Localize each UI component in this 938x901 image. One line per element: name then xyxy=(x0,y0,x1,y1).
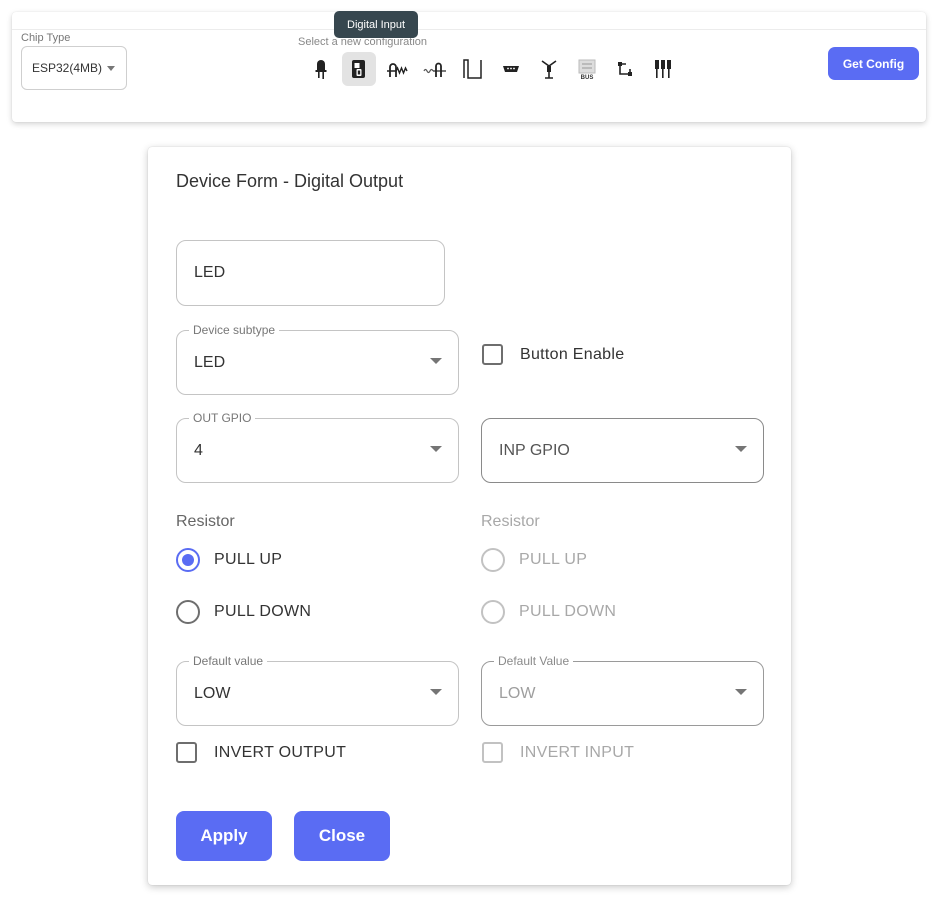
button-enable-label: Button Enable xyxy=(520,345,625,363)
config-button-pulse[interactable] xyxy=(456,52,490,86)
dialog-title: Device Form - Digital Output xyxy=(176,171,404,191)
config-button-resistor[interactable] xyxy=(380,52,414,86)
input-pull-down-radio[interactable]: PULL DOWN xyxy=(481,600,616,624)
input-default-value-label: Default Value xyxy=(494,654,574,668)
inp-gpio-select[interactable]: INP GPIO xyxy=(481,418,764,483)
input-pull-up-label: PULL UP xyxy=(519,551,588,568)
close-button[interactable]: Close xyxy=(294,811,390,861)
input-default-value-value: LOW xyxy=(499,684,536,702)
chip-type-label: Chip Type xyxy=(21,32,71,44)
config-button-pins[interactable] xyxy=(646,52,680,86)
input-pull-up-radio[interactable]: PULL UP xyxy=(481,548,587,572)
toolbar-divider xyxy=(12,29,926,30)
invert-output-label: INVERT OUTPUT xyxy=(214,743,347,761)
chevron-down-icon xyxy=(107,66,115,71)
square-wave-icon xyxy=(463,59,482,79)
config-button-digital-input[interactable] xyxy=(342,52,376,86)
chip-type-value: ESP32(4MB) xyxy=(32,61,103,75)
out-gpio-label: OUT GPIO xyxy=(189,411,256,425)
out-gpio-value: 4 xyxy=(194,441,203,459)
led-icon xyxy=(315,60,327,79)
digital-input-icon xyxy=(352,60,365,78)
config-button-bus[interactable]: BUS xyxy=(570,52,604,86)
input-default-value-select[interactable]: Default Value LOW xyxy=(481,654,764,726)
pins-icon xyxy=(655,60,671,78)
out-gpio-select[interactable]: OUT GPIO 4 xyxy=(176,411,459,483)
chevron-down-icon xyxy=(735,689,747,695)
input-resistor-label: Resistor xyxy=(481,513,540,530)
output-resistor-label: Resistor xyxy=(176,513,235,530)
inp-gpio-placeholder: INP GPIO xyxy=(499,441,570,459)
device-form-dialog: Device Form - Digital Output LED Device … xyxy=(148,147,791,885)
chevron-down-icon xyxy=(430,358,442,364)
device-subtype-value: LED xyxy=(194,353,226,371)
default-value-value: LOW xyxy=(194,684,231,702)
default-value-label: Default value xyxy=(189,654,268,668)
output-pull-up-label: PULL UP xyxy=(214,551,283,568)
device-subtype-label: Device subtype xyxy=(189,323,280,337)
chevron-down-icon xyxy=(430,689,442,695)
checkbox-box xyxy=(482,742,503,763)
input-pull-down-label: PULL DOWN xyxy=(519,603,617,620)
checkbox-box xyxy=(176,742,197,763)
chevron-down-icon xyxy=(430,446,442,452)
chevron-down-icon xyxy=(735,446,747,452)
chip-type-select[interactable]: ESP32(4MB) xyxy=(21,46,127,90)
get-config-button[interactable]: Get Config xyxy=(828,47,919,80)
radio-unchecked xyxy=(481,600,505,624)
config-button-sensor[interactable] xyxy=(418,52,452,86)
radio-checked xyxy=(176,548,200,572)
invert-input-checkbox[interactable]: INVERT INPUT xyxy=(482,742,634,763)
circuit-icon xyxy=(618,62,632,76)
apply-button[interactable]: Apply xyxy=(176,811,272,861)
device-subtype-select[interactable]: Device subtype LED xyxy=(176,323,459,395)
default-value-select[interactable]: Default value LOW xyxy=(176,654,459,726)
output-pull-down-label: PULL DOWN xyxy=(214,603,312,620)
configuration-toolbar: Chip Type ESP32(4MB) Select a new config… xyxy=(12,11,926,122)
invert-input-label: INVERT INPUT xyxy=(520,743,635,761)
radio-unchecked xyxy=(176,600,200,624)
antenna-icon xyxy=(541,60,557,79)
device-name-value: LED xyxy=(194,264,226,281)
config-button-led[interactable] xyxy=(304,52,338,86)
checkbox-box xyxy=(482,344,503,365)
output-pull-up-radio[interactable]: PULL UP xyxy=(176,548,282,572)
config-button-circuit[interactable] xyxy=(608,52,642,86)
button-enable-checkbox[interactable]: Button Enable xyxy=(482,344,624,365)
connector-icon xyxy=(503,66,519,72)
device-name-field[interactable]: LED xyxy=(176,240,445,306)
config-icon-list: BUS xyxy=(304,52,680,86)
resistor-icon xyxy=(387,63,408,77)
bus-icon: BUS xyxy=(578,59,596,81)
invert-output-checkbox[interactable]: INVERT OUTPUT xyxy=(176,742,346,763)
output-pull-down-radio[interactable]: PULL DOWN xyxy=(176,600,311,624)
config-button-connector[interactable] xyxy=(494,52,528,86)
bus-icon-text: BUS xyxy=(581,75,594,81)
radio-unchecked xyxy=(481,548,505,572)
tooltip: Digital Input xyxy=(334,11,419,38)
sensor-wave-icon xyxy=(423,62,446,77)
config-button-antenna[interactable] xyxy=(532,52,566,86)
